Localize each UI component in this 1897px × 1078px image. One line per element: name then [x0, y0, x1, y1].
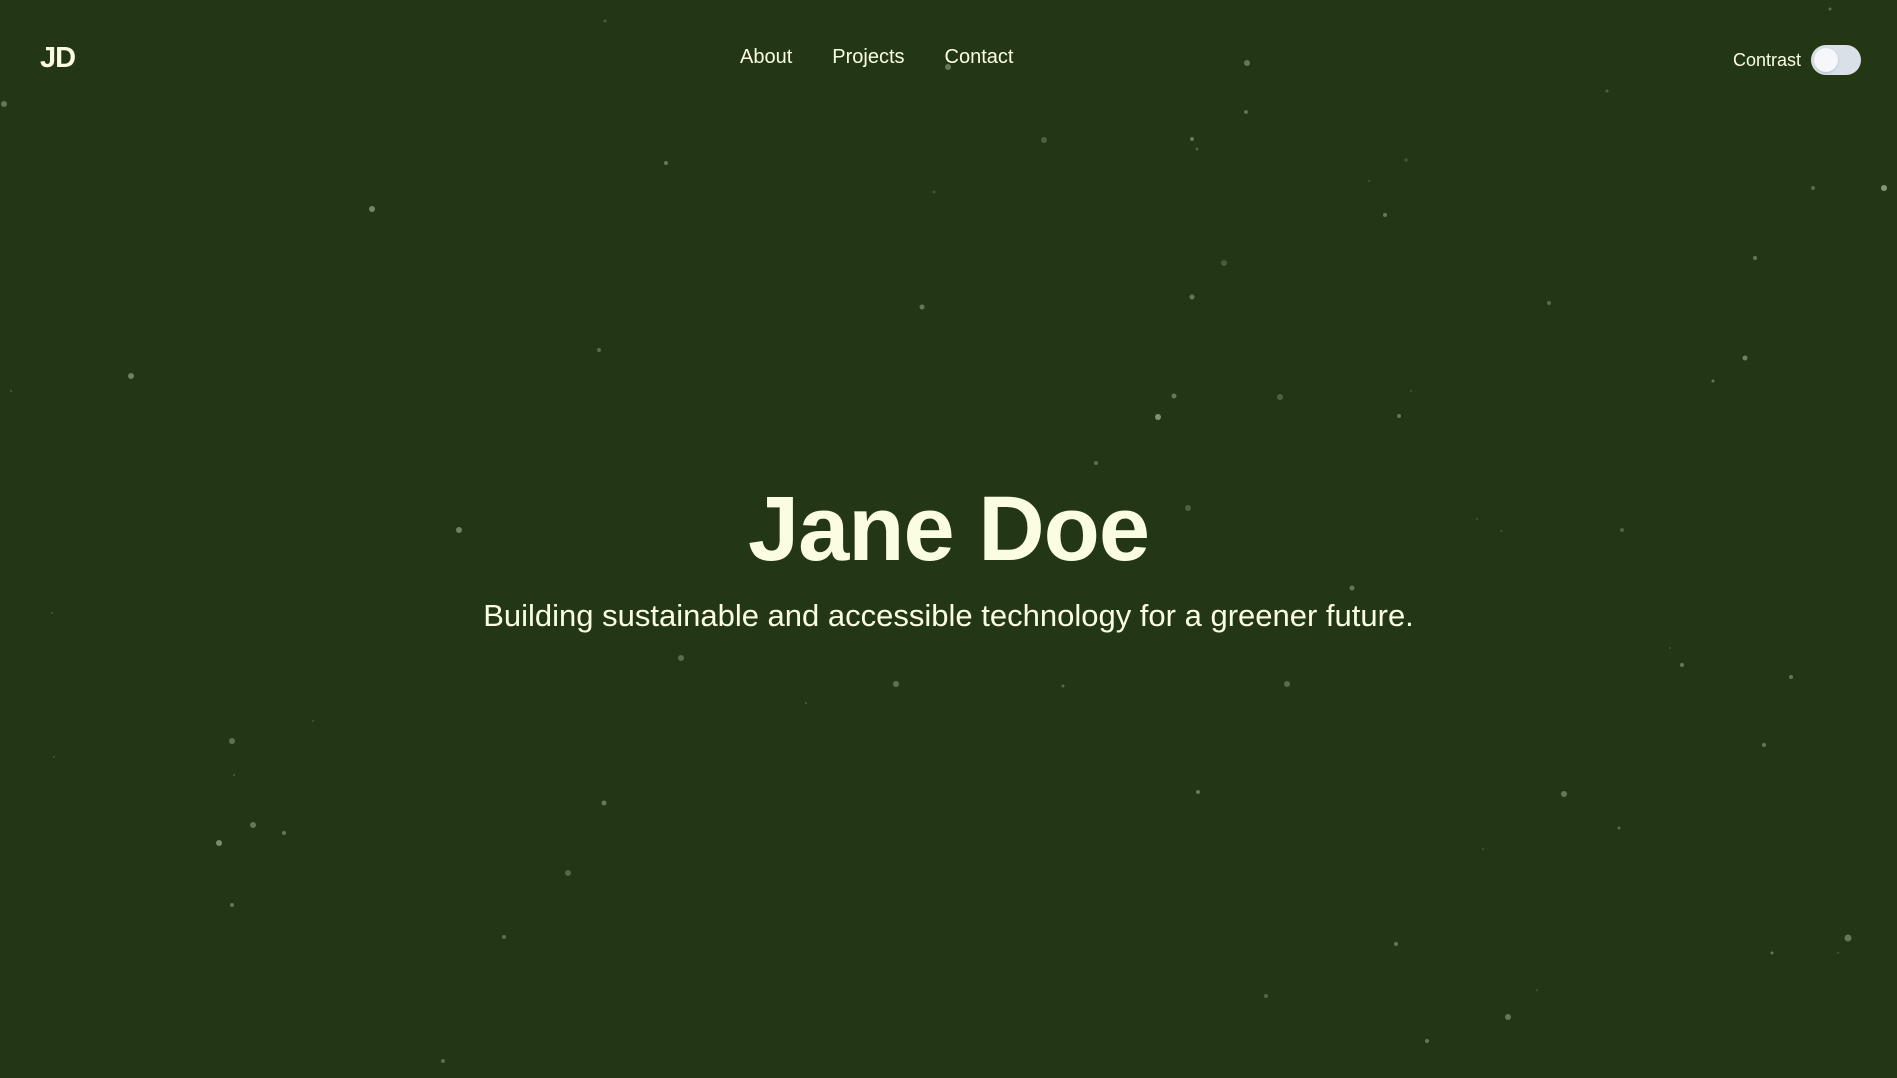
particle-dot: [369, 206, 375, 212]
particle-dot: [250, 822, 256, 828]
particle-dot: [932, 190, 936, 194]
particle-dot: [1397, 414, 1401, 418]
particle-dot: [1284, 681, 1290, 687]
particle-dot: [229, 738, 235, 744]
particle-dot: [230, 903, 234, 907]
particle-dot: [53, 756, 55, 758]
particle-dot: [1505, 1014, 1511, 1020]
nav-link-contact[interactable]: Contact: [945, 46, 1014, 69]
particle-dot: [1789, 675, 1793, 679]
contrast-toggle[interactable]: [1811, 45, 1861, 75]
particle-dot: [312, 720, 314, 722]
particle-dot: [1410, 390, 1412, 392]
particle-dot: [597, 348, 601, 352]
particle-dot: [1041, 137, 1047, 143]
particle-dot: [282, 831, 286, 835]
particle-dot: [1061, 684, 1065, 688]
main-nav: About Projects Contact: [740, 46, 1013, 69]
particle-dot: [1196, 790, 1200, 794]
particle-dot: [1844, 934, 1852, 942]
particle-dot: [1811, 186, 1815, 190]
toggle-knob: [1814, 48, 1838, 72]
contrast-control: Contrast: [1733, 45, 1861, 75]
particle-dot: [1482, 848, 1484, 850]
particle-dot: [1394, 942, 1398, 946]
particle-dot: [502, 935, 506, 939]
particle-dot: [893, 681, 899, 687]
particle-dot: [664, 161, 668, 165]
particle-dot: [1753, 256, 1757, 260]
nav-link-about[interactable]: About: [740, 46, 792, 69]
contrast-label: Contrast: [1732, 49, 1801, 70]
particle-dot: [1190, 137, 1194, 141]
particle-dot: [1264, 994, 1268, 998]
hero-tagline: Building sustainable and accessible tech…: [483, 598, 1414, 633]
particle-dot: [601, 800, 607, 806]
particle-dot: [1536, 989, 1538, 991]
particle-dot: [1561, 791, 1567, 797]
particle-dot: [1547, 301, 1551, 305]
particle-dot: [1221, 260, 1227, 266]
particle-dot: [441, 1059, 445, 1063]
particle-dot: [10, 390, 12, 392]
particle-dot: [216, 840, 222, 846]
page: JD About Projects Contact Contrast Jane …: [0, 0, 1897, 1078]
particle-dot: [1770, 951, 1774, 955]
particle-dot: [128, 373, 134, 379]
particle-dot: [1094, 461, 1098, 465]
particle-dot: [805, 702, 807, 704]
particle-dot: [1837, 952, 1839, 954]
site-header: JD About Projects Contact Contrast: [0, 0, 1897, 120]
hero: Jane Doe Building sustainable and access…: [0, 470, 1897, 667]
particle-dot: [233, 774, 235, 776]
particle-dot: [1277, 394, 1283, 400]
particle-dot: [1711, 379, 1715, 383]
particle-dot: [1742, 355, 1748, 361]
logo[interactable]: JD: [40, 42, 76, 75]
hero-name: Jane Doe: [747, 478, 1150, 580]
particle-dot: [1155, 414, 1161, 420]
particle-dot: [1195, 147, 1199, 151]
particle-dot: [1368, 180, 1370, 182]
particle-dot: [1171, 393, 1177, 399]
particle-dot: [919, 304, 925, 310]
particle-dot: [1404, 158, 1408, 162]
particle-dot: [1189, 294, 1195, 300]
particle-dot: [565, 870, 571, 876]
particle-dot: [1617, 826, 1621, 830]
particle-dot: [1881, 185, 1887, 191]
particle-dot: [1762, 743, 1766, 747]
particle-dot: [1425, 1039, 1429, 1043]
particle-dot: [1383, 213, 1387, 217]
nav-link-projects[interactable]: Projects: [832, 46, 904, 69]
